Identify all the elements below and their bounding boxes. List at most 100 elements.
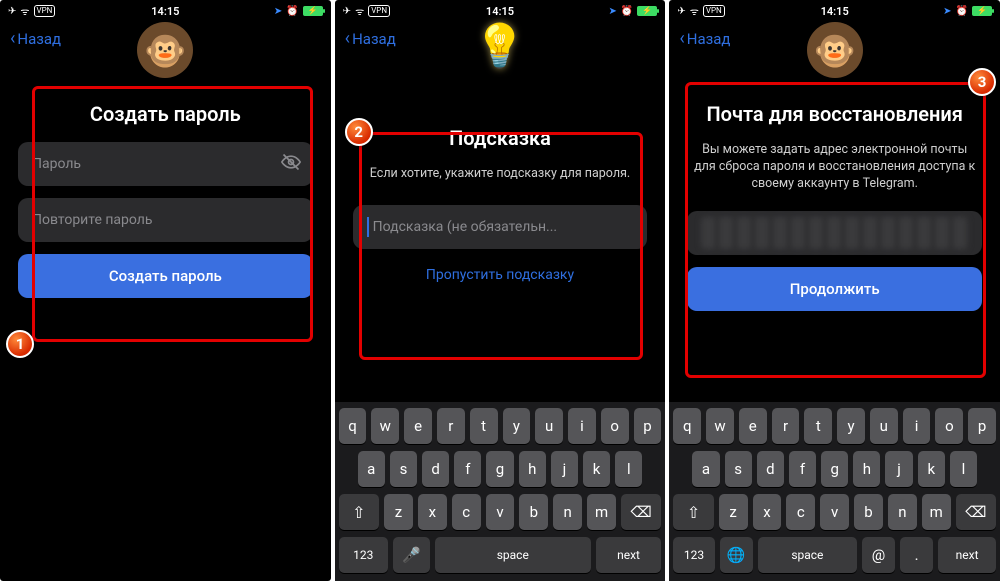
key-mic[interactable]: 🎤 [393, 537, 430, 573]
key-m[interactable]: m [587, 494, 616, 530]
back-button[interactable]: ‹ Назад [679, 30, 730, 48]
key-p[interactable]: p [634, 408, 662, 444]
back-button[interactable]: ‹ Назад [10, 30, 61, 48]
key-l[interactable]: l [615, 451, 642, 487]
key-o[interactable]: o [601, 408, 629, 444]
key-r[interactable]: r [437, 408, 465, 444]
wifi-icon: ᯤ [690, 4, 699, 18]
key-backspace[interactable]: ⌫ [621, 494, 661, 530]
key-z[interactable]: z [384, 494, 413, 530]
globe-icon: 🌐 [727, 546, 746, 564]
content-area: Создать пароль Пароль Повторите пароль С… [0, 56, 331, 581]
key-o[interactable]: o [935, 408, 963, 444]
key-h[interactable]: h [853, 451, 880, 487]
key-123[interactable]: 123 [673, 537, 714, 573]
chevron-left-icon: ‹ [345, 30, 350, 48]
key-at[interactable]: @ [862, 537, 895, 573]
password-input[interactable]: Пароль [18, 142, 313, 186]
repeat-password-input[interactable]: Повторите пароль [18, 198, 313, 242]
key-d[interactable]: d [422, 451, 449, 487]
key-p[interactable]: p [968, 408, 996, 444]
key-next[interactable]: next [596, 537, 662, 573]
key-x[interactable]: x [418, 494, 447, 530]
key-b[interactable]: b [854, 494, 883, 530]
phone-screen-1: ✈ ᯤ VPN 14:15 ➤ ⏰ ⚡ ‹ Назад 🐵 Создать па… [0, 0, 331, 581]
eye-off-icon[interactable] [281, 152, 301, 176]
battery-icon: ⚡ [972, 6, 992, 16]
key-t[interactable]: t [470, 408, 498, 444]
text-cursor [367, 217, 369, 237]
key-j[interactable]: j [885, 451, 912, 487]
hint-input[interactable]: Подсказка (не обязательн... [353, 205, 648, 249]
key-shift[interactable]: ⇧ [339, 494, 379, 530]
key-y[interactable]: y [503, 408, 531, 444]
key-a[interactable]: a [692, 451, 719, 487]
key-space[interactable]: space [758, 537, 857, 573]
key-u[interactable]: u [535, 408, 563, 444]
key-u[interactable]: u [870, 408, 898, 444]
key-a[interactable]: a [358, 451, 385, 487]
key-dot[interactable]: . [900, 537, 933, 573]
key-space[interactable]: space [435, 537, 591, 573]
key-e[interactable]: e [739, 408, 767, 444]
key-k[interactable]: k [918, 451, 945, 487]
key-y[interactable]: y [837, 408, 865, 444]
key-f[interactable]: f [789, 451, 816, 487]
location-icon: ➤ [943, 6, 951, 17]
key-d[interactable]: d [757, 451, 784, 487]
key-n[interactable]: n [553, 494, 582, 530]
key-s[interactable]: s [725, 451, 752, 487]
key-globe[interactable]: 🌐 [720, 537, 753, 573]
skip-hint-button[interactable]: Пропустить подсказку [353, 261, 648, 289]
key-x[interactable]: x [753, 494, 782, 530]
key-v[interactable]: v [820, 494, 849, 530]
key-i[interactable]: i [903, 408, 931, 444]
step-badge-2: 2 [345, 118, 373, 146]
back-label: Назад [352, 30, 396, 48]
lightbulb-icon: 💡 [474, 22, 526, 71]
key-b[interactable]: b [519, 494, 548, 530]
key-h[interactable]: h [519, 451, 546, 487]
key-g[interactable]: g [821, 451, 848, 487]
status-time: 14:15 [151, 5, 179, 18]
key-next[interactable]: next [938, 537, 996, 573]
key-w[interactable]: w [706, 408, 734, 444]
location-icon: ➤ [609, 6, 617, 17]
status-time: 14:15 [821, 5, 849, 18]
key-q[interactable]: q [673, 408, 701, 444]
email-input[interactable] [687, 211, 982, 255]
create-password-button[interactable]: Создать пароль [18, 254, 313, 298]
continue-button[interactable]: Продолжить [687, 267, 982, 311]
key-w[interactable]: w [371, 408, 399, 444]
key-c[interactable]: c [786, 494, 815, 530]
airplane-icon: ✈ [8, 6, 16, 17]
key-m[interactable]: m [922, 494, 951, 530]
back-button[interactable]: ‹ Назад [345, 30, 396, 48]
key-k[interactable]: k [583, 451, 610, 487]
key-backspace[interactable]: ⌫ [956, 494, 996, 530]
key-f[interactable]: f [454, 451, 481, 487]
key-z[interactable]: z [719, 494, 748, 530]
keyboard-row-2: a s d f g h j k l [339, 451, 662, 487]
back-label: Назад [687, 30, 731, 48]
key-t[interactable]: t [804, 408, 832, 444]
key-e[interactable]: e [404, 408, 432, 444]
key-j[interactable]: j [551, 451, 578, 487]
content-area: Почта для восстановления Вы можете задат… [669, 56, 1000, 402]
key-s[interactable]: s [390, 451, 417, 487]
key-v[interactable]: v [486, 494, 515, 530]
nav-bar: ‹ Назад 🐵 [669, 22, 1000, 56]
key-123[interactable]: 123 [339, 537, 388, 573]
nav-bar: ‹ Назад 🐵 [0, 22, 331, 56]
key-n[interactable]: n [888, 494, 917, 530]
step-badge-1: 1 [6, 330, 34, 358]
back-label: Назад [17, 30, 61, 48]
key-l[interactable]: l [950, 451, 977, 487]
alarm-icon: ⏰ [621, 6, 633, 17]
key-g[interactable]: g [486, 451, 513, 487]
key-i[interactable]: i [568, 408, 596, 444]
key-c[interactable]: c [452, 494, 481, 530]
key-r[interactable]: r [772, 408, 800, 444]
key-q[interactable]: q [339, 408, 367, 444]
key-shift[interactable]: ⇧ [673, 494, 713, 530]
